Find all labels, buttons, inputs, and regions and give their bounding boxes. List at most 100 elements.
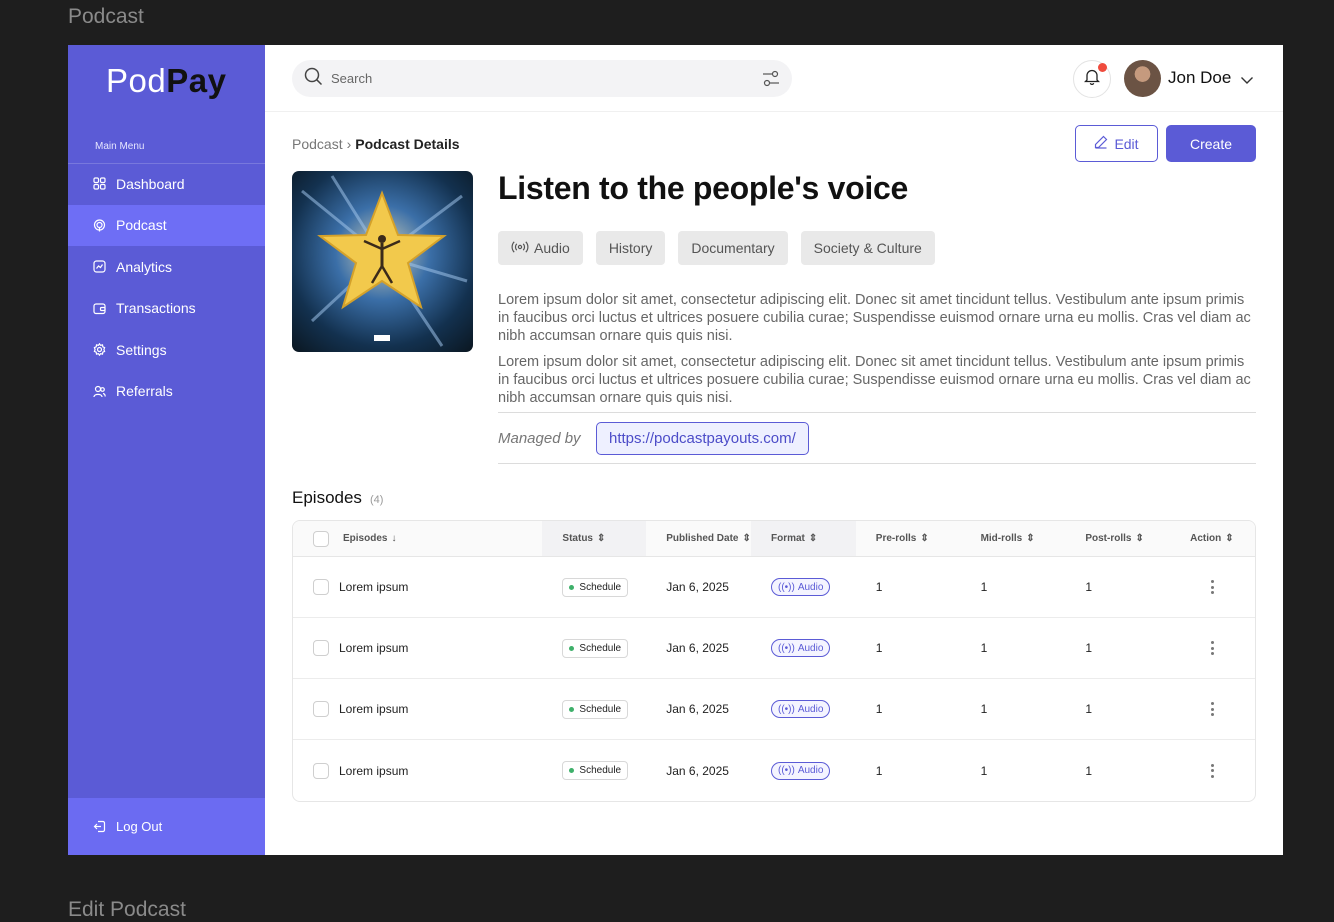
- col-post-rolls[interactable]: Post-rolls ⇕: [1065, 521, 1170, 556]
- frame-label-bottom: Edit Podcast: [68, 898, 186, 921]
- table-row[interactable]: Lorem ipsum Schedule Jan 6, 2025 ((•)) Au…: [293, 740, 1255, 801]
- sidebar-item-label: Analytics: [116, 258, 173, 275]
- episodes-table: Episodes ↓ Status ⇕ Published Date ⇕ Format…: [292, 520, 1256, 802]
- page-title: Listen to the people's voice: [498, 170, 908, 206]
- row-checkbox[interactable]: [313, 640, 329, 656]
- mid-rolls: 1: [980, 763, 988, 778]
- status-badge: Schedule: [562, 699, 629, 719]
- managed-by-label: Managed by: [498, 430, 581, 447]
- managed-by-link[interactable]: https://podcastpayouts.com/: [596, 422, 809, 455]
- menu-label: Main Menu: [95, 141, 145, 152]
- format-badge: ((•)) Audio: [771, 761, 831, 780]
- users-icon: [93, 385, 106, 398]
- tag-documentary[interactable]: Documentary: [678, 231, 788, 265]
- format-badge: ((•)) Audio: [771, 700, 831, 718]
- episode-name: Lorem ipsum: [339, 580, 409, 594]
- sidebar-nav: Dashboard Podcast Analytics Transactions: [68, 163, 265, 412]
- broadcast-icon: ((•)): [778, 765, 795, 776]
- breadcrumb-parent[interactable]: Podcast: [292, 136, 343, 152]
- tag-history[interactable]: History: [595, 231, 666, 265]
- post-rolls: 1: [1085, 702, 1093, 716]
- broadcast-icon: [511, 240, 529, 256]
- search-bar[interactable]: [292, 60, 792, 97]
- edit-button[interactable]: Edit: [1075, 125, 1158, 162]
- sidebar-item-dashboard[interactable]: Dashboard: [68, 163, 265, 205]
- wallet-icon: [93, 302, 106, 315]
- more-icon[interactable]: [1190, 641, 1215, 655]
- published-date: Jan 6, 2025: [666, 763, 729, 778]
- col-status[interactable]: Status ⇕: [542, 521, 647, 556]
- sidebar-item-settings[interactable]: Settings: [68, 329, 265, 371]
- status-badge: Schedule: [562, 761, 629, 780]
- col-format[interactable]: Format ⇕: [751, 521, 856, 556]
- sort-icon: ⇕: [1135, 533, 1144, 544]
- tag-label: Audio: [534, 240, 570, 256]
- tag-label: History: [608, 240, 653, 256]
- sidebar-item-label: Transactions: [116, 300, 196, 317]
- tag-audio[interactable]: Audio: [498, 231, 583, 265]
- row-checkbox[interactable]: [313, 579, 329, 595]
- tag-society-culture[interactable]: Society & Culture: [800, 231, 935, 265]
- arrow-down-icon: ↓: [391, 533, 397, 544]
- select-all-checkbox[interactable]: [313, 530, 329, 547]
- topbar: Jon Doe: [265, 45, 1283, 112]
- broadcast-icon: ((•)): [778, 703, 795, 715]
- status-badge: Schedule: [562, 638, 629, 658]
- mid-rolls: 1: [980, 641, 988, 655]
- table-row[interactable]: Lorem ipsum Schedule Jan 6, 2025 ((•)) Au…: [293, 679, 1255, 740]
- logout-button[interactable]: Log Out: [68, 798, 265, 855]
- notification-button[interactable]: [1073, 60, 1111, 98]
- row-checkbox[interactable]: [313, 762, 329, 779]
- format-badge: ((•)) Audio: [771, 578, 831, 596]
- description-paragraph: Lorem ipsum dolor sit amet, consectetur …: [498, 354, 1251, 406]
- logout-icon: [93, 820, 106, 833]
- tag-label: Society & Culture: [813, 240, 922, 256]
- search-icon: [304, 67, 323, 91]
- episode-name: Lorem ipsum: [339, 763, 409, 778]
- more-icon[interactable]: [1190, 763, 1215, 778]
- avatar[interactable]: [1124, 60, 1161, 97]
- post-rolls: 1: [1085, 641, 1093, 655]
- divider: [498, 463, 1256, 464]
- pre-rolls: 1: [875, 763, 883, 778]
- col-published-date[interactable]: Published Date ⇕: [646, 521, 751, 556]
- table-row[interactable]: Lorem ipsum Schedule Jan 6, 2025 ((•)) Au…: [293, 618, 1255, 679]
- mid-rolls: 1: [980, 702, 988, 716]
- post-rolls: 1: [1085, 580, 1093, 594]
- post-rolls: 1: [1085, 763, 1093, 778]
- col-mid-rolls[interactable]: Mid-rolls ⇕: [961, 521, 1066, 556]
- pre-rolls: 1: [875, 641, 883, 655]
- row-checkbox[interactable]: [313, 701, 329, 717]
- frame-label-top: Podcast: [68, 5, 144, 28]
- episode-name: Lorem ipsum: [339, 641, 409, 655]
- col-episodes[interactable]: Episodes ↓: [293, 521, 542, 556]
- search-input[interactable]: [331, 71, 731, 86]
- create-button[interactable]: Create: [1166, 125, 1256, 162]
- divider: [498, 412, 1256, 413]
- more-icon[interactable]: [1190, 580, 1215, 594]
- analytics-icon: [93, 260, 106, 273]
- filter-icon[interactable]: [762, 70, 780, 92]
- sidebar-item-referrals[interactable]: Referrals: [68, 371, 265, 413]
- sidebar-item-label: Settings: [116, 341, 167, 358]
- user-name[interactable]: Jon Doe: [1168, 68, 1231, 88]
- edit-label: Edit: [1114, 135, 1139, 152]
- sort-icon: ⇕: [1026, 533, 1035, 544]
- sidebar-item-transactions[interactable]: Transactions: [68, 288, 265, 330]
- chevron-down-icon[interactable]: [1240, 72, 1254, 90]
- sort-icon: ⇕: [920, 533, 929, 544]
- sort-icon: ⇕: [1225, 533, 1234, 544]
- bell-icon: [1083, 68, 1101, 90]
- sidebar-item-analytics[interactable]: Analytics: [68, 246, 265, 288]
- logo: PodPay: [106, 62, 227, 99]
- sidebar-item-podcast[interactable]: Podcast: [68, 204, 265, 246]
- mid-rolls: 1: [980, 580, 988, 594]
- more-icon[interactable]: [1190, 702, 1215, 716]
- table-row[interactable]: Lorem ipsum Schedule Jan 6, 2025 ((•)) Au…: [293, 557, 1255, 618]
- col-action[interactable]: Action ⇕: [1170, 521, 1255, 556]
- app-window: PodPay Main Menu Dashboard Podcast Analy: [68, 45, 1283, 855]
- description-paragraph: Lorem ipsum dolor sit amet, consectetur …: [498, 292, 1251, 344]
- pencil-icon: [1094, 135, 1108, 152]
- col-pre-rolls[interactable]: Pre-rolls ⇕: [856, 521, 961, 556]
- sidebar-item-label: Dashboard: [116, 175, 185, 192]
